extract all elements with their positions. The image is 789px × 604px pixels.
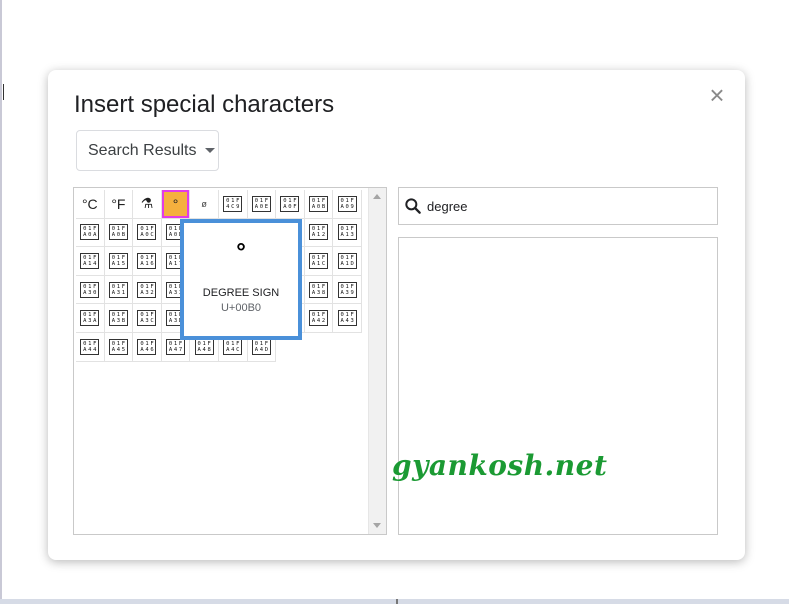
missing-glyph-icon: 01FA0E: [251, 195, 271, 212]
missing-glyph-icon: 01F4C9: [223, 195, 243, 212]
missing-glyph-icon: 01FA3C: [137, 310, 157, 327]
character-cell[interactable]: 01FA0E: [247, 190, 277, 219]
character-cell[interactable]: 01FA31: [104, 275, 134, 305]
special-characters-dialog: Insert special characters × Search Resul…: [48, 70, 745, 560]
character-cell[interactable]: 01FA15: [104, 247, 134, 276]
character-cell[interactable]: 01F4C9: [218, 190, 248, 219]
missing-glyph-icon: 01FA31: [108, 281, 128, 298]
missing-glyph-icon: 01FA39: [337, 281, 357, 298]
search-input[interactable]: [425, 197, 709, 215]
search-box[interactable]: [398, 187, 718, 225]
character-cell[interactable]: 01FA45: [104, 332, 134, 362]
character-cell[interactable]: 01FA3A: [76, 304, 105, 333]
missing-glyph-icon: 01FA15: [108, 252, 128, 269]
character-cell[interactable]: 01FA3B: [104, 304, 134, 333]
missing-glyph-icon: 01FA0B: [108, 224, 128, 241]
scroll-up-icon[interactable]: [373, 194, 381, 199]
character-cell[interactable]: 01FA0F: [276, 190, 305, 219]
missing-glyph-icon: 01FA32: [137, 281, 157, 298]
character-cell[interactable]: 01FA39: [333, 275, 362, 305]
empty-cell: [333, 333, 362, 362]
missing-glyph-icon: 01FA4D: [251, 338, 271, 355]
character-cell-selected[interactable]: °: [161, 190, 191, 219]
missing-glyph-icon: 01FA1C: [309, 252, 329, 269]
character-cell[interactable]: 01FA46: [133, 332, 162, 362]
character-cell[interactable]: ⚗: [133, 190, 162, 219]
missing-glyph-icon: 01FA45: [108, 338, 128, 355]
character-cell[interactable]: 01FA1C: [304, 247, 334, 276]
bottom-bar: [0, 599, 789, 604]
missing-glyph-icon: 01FA14: [80, 252, 100, 269]
missing-glyph-icon: 01FA30: [80, 281, 100, 298]
character-cell[interactable]: 01FA30: [76, 275, 105, 305]
missing-glyph-icon: 01FA09: [337, 195, 357, 212]
missing-glyph-icon: 01FA16: [137, 252, 157, 269]
character-cell[interactable]: ø: [190, 190, 219, 219]
character-cell[interactable]: 01FA0B: [104, 218, 134, 248]
missing-glyph-icon: 01FA43: [337, 310, 357, 327]
close-button[interactable]: ×: [706, 82, 728, 108]
missing-glyph-icon: 01FA38: [309, 281, 329, 298]
character-cell[interactable]: °C: [76, 190, 105, 219]
character-cell[interactable]: 01FA38: [304, 275, 334, 305]
character-cell[interactable]: 01FA13: [333, 218, 362, 248]
character-cell[interactable]: 01FA0A: [76, 218, 105, 248]
missing-glyph-icon: 01FA44: [80, 338, 100, 355]
window-edge: [0, 0, 2, 604]
character-cell[interactable]: 01FA3C: [133, 304, 162, 333]
dialog-title: Insert special characters: [74, 91, 335, 118]
caret-down-icon: [204, 148, 215, 153]
preview-glyph: °: [236, 239, 246, 266]
watermark-text: gyankosh.net: [392, 449, 608, 482]
character-glyph: ø: [201, 198, 207, 209]
missing-glyph-icon: 01FA3B: [108, 310, 128, 327]
character-glyph: °C: [81, 195, 98, 212]
missing-glyph-icon: 01FA3A: [80, 310, 100, 327]
character-cell[interactable]: 01FA1D: [333, 247, 362, 276]
character-glyph: °F: [111, 195, 126, 212]
missing-glyph-icon: 01FA47: [166, 338, 186, 355]
search-icon: [405, 198, 421, 214]
character-cell[interactable]: 01FA43: [333, 304, 362, 333]
missing-glyph-icon: 01FA12: [309, 224, 329, 241]
character-cell[interactable]: 01FA42: [304, 304, 334, 333]
grid-scrollbar[interactable]: [368, 188, 386, 534]
character-cell[interactable]: 01FA09: [333, 190, 362, 219]
character-cell[interactable]: 01FA12: [304, 218, 334, 248]
character-cell[interactable]: 01FA44: [76, 332, 105, 362]
character-cell[interactable]: 01FA32: [133, 275, 162, 305]
missing-glyph-icon: 01FA46: [137, 338, 157, 355]
character-cell[interactable]: °F: [104, 190, 134, 219]
bottom-tick: [396, 599, 398, 604]
character-cell[interactable]: 01FA16: [133, 247, 162, 276]
missing-glyph-icon: 01FA0C: [137, 224, 157, 241]
scroll-down-icon[interactable]: [373, 523, 381, 528]
missing-glyph-icon: 01FA0A: [80, 224, 100, 241]
preview-character-name: DEGREE SIGN: [202, 287, 280, 299]
preview-character-code: U+00B0: [220, 302, 262, 314]
character-glyph: ⚗: [140, 195, 154, 212]
missing-glyph-icon: 01FA48: [194, 338, 214, 355]
category-dropdown[interactable]: Search Results: [76, 130, 219, 171]
missing-glyph-icon: 01FA13: [337, 224, 357, 241]
handwriting-draw-area[interactable]: [398, 237, 718, 535]
missing-glyph-icon: 01FA4C: [223, 338, 243, 355]
character-cell[interactable]: 01FA14: [76, 247, 105, 276]
character-glyph: °: [172, 195, 179, 212]
character-cell[interactable]: 01FA0C: [133, 218, 162, 248]
missing-glyph-icon: 01FA42: [309, 310, 329, 327]
character-cell[interactable]: 01FA0B: [304, 190, 334, 219]
empty-cell: [305, 333, 334, 362]
category-dropdown-label: Search Results: [88, 141, 197, 159]
text-cursor: [3, 84, 4, 100]
missing-glyph-icon: 01FA1D: [337, 252, 357, 269]
missing-glyph-icon: 01FA0B: [309, 195, 329, 212]
character-preview-popup: ° DEGREE SIGN U+00B0: [180, 219, 302, 340]
missing-glyph-icon: 01FA0F: [280, 195, 300, 212]
